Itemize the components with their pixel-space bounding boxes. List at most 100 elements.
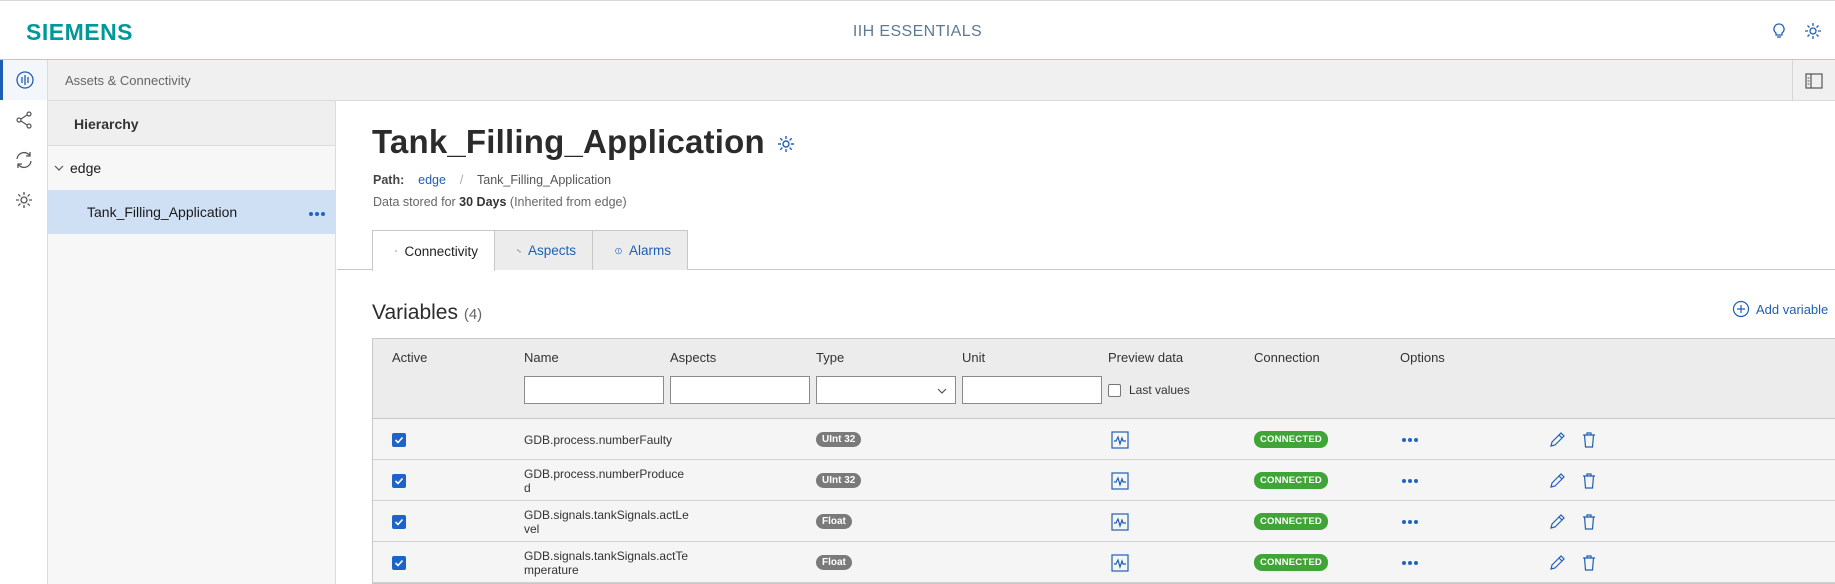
- rail-settings[interactable]: [0, 180, 47, 220]
- more-options-icon: [1402, 437, 1418, 442]
- aspects-icon: [517, 249, 521, 252]
- node-more-options-icon[interactable]: [308, 204, 326, 220]
- col-name: Name: [524, 350, 559, 365]
- type-badge: UInt 32: [816, 473, 862, 488]
- page-title: Tank_Filling_Application: [372, 123, 796, 161]
- col-connection: Connection: [1254, 350, 1320, 365]
- delete-button[interactable]: [1580, 542, 1598, 583]
- table-row: GDB.signals.tankSignals.actLevel Float C…: [373, 501, 1835, 542]
- edit-button[interactable]: [1548, 501, 1566, 542]
- chart-icon: [1111, 512, 1129, 531]
- delete-button[interactable]: [1580, 460, 1598, 501]
- edit-button[interactable]: [1548, 460, 1566, 501]
- trash-icon: [1583, 472, 1595, 489]
- row-options-button[interactable]: [1401, 501, 1419, 542]
- path-separator: /: [459, 173, 464, 187]
- last-values-box[interactable]: [1108, 383, 1121, 397]
- data-retention: Data stored for 30 Days (Inherited from …: [373, 195, 627, 209]
- tree-node-tank-filling[interactable]: Tank_Filling_Application: [48, 190, 336, 234]
- name-filter-input[interactable]: [524, 376, 664, 404]
- more-options-icon: [1402, 560, 1418, 565]
- rail-assets[interactable]: [0, 60, 47, 100]
- tree-node-label: edge: [70, 160, 102, 176]
- edit-button[interactable]: [1548, 419, 1566, 460]
- app-title: IIH ESSENTIALS: [852, 23, 983, 40]
- type-filter-select[interactable]: [816, 376, 956, 404]
- rail-share[interactable]: [0, 100, 47, 140]
- nav-rail: [0, 60, 48, 584]
- active-checkbox[interactable]: [392, 460, 406, 501]
- col-active: Active: [392, 350, 428, 365]
- preview-data-button[interactable]: [1111, 419, 1129, 460]
- top-bar: SIEMENS IIH ESSENTIALS: [0, 0, 1835, 60]
- tab-connectivity[interactable]: Connectivity: [372, 230, 495, 271]
- tree-node-label: Tank_Filling_Application: [87, 204, 238, 220]
- last-values-label: Last values: [1129, 383, 1190, 397]
- active-checkbox[interactable]: [392, 542, 406, 583]
- variables-count: (4): [463, 306, 483, 323]
- variable-name: GDB.signals.tankSignals.actLevel: [524, 507, 689, 536]
- tab-aspects[interactable]: Aspects: [494, 230, 593, 270]
- col-type: Type: [816, 350, 845, 365]
- table-row: GDB.signals.tankSignals.actTemperature F…: [373, 542, 1835, 583]
- hierarchy-panel: Hierarchy edge Tank_Filling_Application: [48, 101, 336, 584]
- lightbulb-icon[interactable]: [1769, 21, 1789, 41]
- retention-days: 30 Days: [459, 195, 507, 209]
- col-preview: Preview data: [1108, 350, 1184, 365]
- more-options-icon: [1402, 478, 1418, 483]
- tree-node-edge[interactable]: edge: [48, 146, 336, 190]
- row-options-button[interactable]: [1401, 460, 1419, 501]
- pencil-icon: [1550, 472, 1565, 488]
- delete-button[interactable]: [1580, 419, 1598, 460]
- pencil-icon: [1550, 431, 1565, 447]
- table-row: GDB.process.numberProduced UInt 32 CONNE…: [373, 460, 1835, 501]
- trash-icon: [1583, 554, 1595, 571]
- asset-settings-icon[interactable]: [776, 134, 796, 154]
- breadcrumb-bar: Assets & Connectivity: [48, 60, 1835, 101]
- more-options-icon: [1402, 519, 1418, 524]
- tab-label: Alarms: [628, 243, 671, 258]
- path-root-link[interactable]: edge: [418, 173, 446, 187]
- preview-data-button[interactable]: [1111, 542, 1129, 583]
- delete-button[interactable]: [1580, 501, 1598, 542]
- col-options: Options: [1400, 350, 1445, 365]
- last-values-checkbox[interactable]: Last values: [1108, 383, 1190, 397]
- row-options-button[interactable]: [1401, 542, 1419, 583]
- sidebar-panel-icon: [1805, 72, 1823, 89]
- row-options-button[interactable]: [1401, 419, 1419, 460]
- sync-icon: [15, 151, 32, 169]
- pencil-icon: [1550, 554, 1565, 570]
- asset-title: Tank_Filling_Application: [372, 123, 765, 160]
- trash-icon: [1583, 513, 1595, 530]
- tab-alarms[interactable]: Alarms: [592, 230, 688, 270]
- trash-icon: [1583, 431, 1595, 448]
- connection-badge: CONNECTED: [1254, 472, 1328, 489]
- variables-title: Variables: [372, 301, 458, 324]
- active-checkbox[interactable]: [392, 501, 406, 542]
- chevron-down-icon: [937, 388, 947, 394]
- rail-sync[interactable]: [0, 140, 47, 180]
- chart-icon: [1111, 430, 1129, 449]
- assets-icon: [16, 71, 34, 89]
- variable-name: GDB.process.numberProduced: [524, 466, 685, 495]
- tab-bar: Connectivity Aspects Alarms: [372, 230, 688, 271]
- user-settings-icon[interactable]: [1803, 21, 1823, 41]
- path-label: Path:: [373, 173, 405, 187]
- preview-data-button[interactable]: [1111, 501, 1129, 542]
- chart-icon: [1111, 553, 1129, 572]
- connection-badge: CONNECTED: [1254, 431, 1328, 448]
- unit-filter-input[interactable]: [962, 376, 1102, 404]
- panel-toggle-button[interactable]: [1792, 60, 1835, 101]
- connection-badge: CONNECTED: [1254, 513, 1328, 530]
- variables-table: Active Name Aspects Type Unit Preview da…: [372, 338, 1835, 584]
- aspects-filter-input[interactable]: [670, 376, 810, 404]
- preview-data-button[interactable]: [1111, 460, 1129, 501]
- chevron-down-icon[interactable]: [54, 163, 64, 173]
- active-checkbox[interactable]: [392, 419, 406, 460]
- add-variable-button[interactable]: Add variable: [1732, 300, 1828, 318]
- variables-heading: Variables (4): [372, 301, 482, 325]
- edit-button[interactable]: [1548, 542, 1566, 583]
- connectivity-icon: [395, 249, 398, 253]
- breadcrumb[interactable]: Assets & Connectivity: [65, 73, 191, 88]
- tab-label: Aspects: [527, 243, 576, 258]
